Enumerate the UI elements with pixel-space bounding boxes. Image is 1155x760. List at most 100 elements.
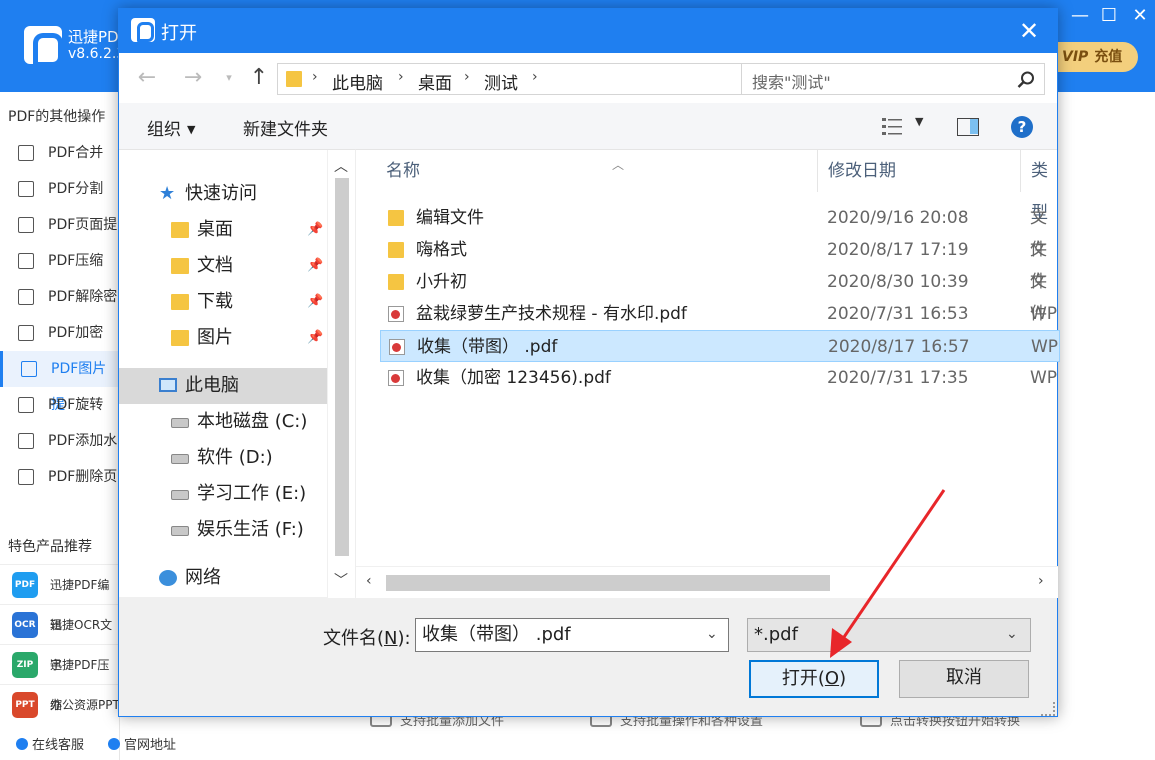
cancel-button[interactable]: 取消: [899, 660, 1029, 698]
details-view-icon[interactable]: [881, 117, 903, 137]
view-options-caret-icon[interactable]: ▼: [915, 115, 923, 128]
pdf-file-icon: [388, 370, 404, 386]
online-support-link[interactable]: 在线客服: [16, 734, 84, 753]
breadcrumb-chevron-icon[interactable]: ›: [532, 69, 538, 85]
sidebar-item-compress[interactable]: PDF压缩: [0, 243, 120, 279]
sidebar-item-split[interactable]: PDF分割: [0, 171, 120, 207]
pin-icon[interactable]: 📌: [307, 284, 323, 320]
nav-desktop[interactable]: 桌面 📌: [119, 212, 327, 248]
file-date: 2020/7/31 17:35: [827, 368, 969, 388]
breadcrumb-chevron-icon[interactable]: ›: [398, 69, 404, 85]
nav-downloads[interactable]: 下载 📌: [119, 284, 327, 320]
scroll-up-icon[interactable]: ︿: [334, 156, 348, 176]
sidebar-item-label: PDF页面提: [48, 217, 118, 233]
chevron-down-icon: ⌄: [1006, 626, 1018, 642]
filetype-select[interactable]: *.pdf ⌄: [747, 618, 1031, 652]
file-row-folder-haigeshi[interactable]: 嗨格式 2020/8/17 17:19 文件: [380, 234, 1060, 292]
navigation-pane: ★ 快速访问 桌面 📌 文档 📌 下载 📌 图片 📌 此电脑 本地磁盘 (C:) 软件 (…: [119, 149, 355, 598]
breadcrumb-chevron-icon[interactable]: ›: [312, 69, 318, 85]
column-header-type[interactable]: 类型: [1021, 150, 1061, 223]
nav-network[interactable]: 网络: [119, 560, 327, 596]
search-input[interactable]: 搜索"测试": [741, 63, 1045, 95]
minimize-icon[interactable]: —: [1068, 4, 1092, 28]
maximize-icon[interactable]: ☐: [1097, 4, 1121, 28]
nav-drive-c[interactable]: 本地磁盘 (C:): [119, 404, 327, 440]
documents-folder-icon: [171, 258, 189, 274]
filename-value: 收集（带图） .pdf: [422, 624, 571, 645]
nav-drive-f[interactable]: 娱乐生活 (F:): [119, 512, 327, 548]
vip-recharge-label: 充值: [1094, 49, 1123, 65]
computer-icon: [159, 378, 177, 392]
sidebar-item-label: PDF压缩: [48, 253, 104, 269]
file-row-pdf-watermark[interactable]: 盆栽绿萝生产技术规程 - 有水印.pdf 2020/7/31 16:53 WP: [380, 298, 1060, 330]
file-row-pdf-collect-encrypted[interactable]: 收集（加密 123456).pdf 2020/7/31 17:35 WP: [380, 362, 1060, 394]
breadcrumb-test[interactable]: 测试: [484, 69, 518, 94]
nav-label: 本地磁盘 (C:): [197, 411, 308, 432]
breadcrumb-desktop[interactable]: 桌面: [418, 69, 452, 94]
app-logo-icon: [24, 26, 63, 67]
file-row-folder-edit[interactable]: 编辑文件 2020/9/16 20:08 文件: [380, 202, 1060, 260]
pin-icon[interactable]: 📌: [307, 248, 323, 284]
nav-documents[interactable]: 文档 📌: [119, 248, 327, 284]
pdf-file-icon: [389, 339, 405, 355]
scroll-left-icon[interactable]: ‹: [366, 573, 372, 589]
file-row-folder-xiaoshengchu[interactable]: 小升初 2020/8/30 10:39 文件: [380, 266, 1060, 324]
breadcrumb-this-pc[interactable]: 此电脑: [332, 69, 383, 94]
nav-drive-d[interactable]: 软件 (D:): [119, 440, 327, 476]
open-button[interactable]: 打开(O): [749, 660, 879, 698]
file-list: 名称 ︿ 修改日期 类型 编辑文件 2020/9/16 20:08 文件 嗨格式 202…: [355, 149, 1060, 598]
file-row-pdf-collect-images[interactable]: 收集（带图） .pdf 2020/8/17 16:57 WP: [380, 330, 1060, 362]
sidebar-item-merge[interactable]: PDF合并: [0, 135, 120, 171]
sidebar-item-rotate[interactable]: PDF旋转: [0, 387, 120, 423]
dialog-titlebar[interactable]: 打开 ✕: [119, 9, 1057, 53]
sidebar-item-label: PDF添加水: [48, 433, 118, 449]
scroll-right-icon[interactable]: ›: [1038, 573, 1044, 589]
product-pdf-editor[interactable]: PDF 迅捷PDF编辑: [0, 564, 120, 632]
pin-icon[interactable]: 📌: [307, 320, 323, 356]
back-arrow-icon[interactable]: ←: [135, 65, 159, 91]
scrollbar-thumb[interactable]: [335, 178, 349, 556]
dialog-close-icon[interactable]: ✕: [1014, 17, 1044, 45]
filename-input[interactable]: 收集（带图） .pdf ⌄: [415, 618, 729, 652]
dialog-toolbar: 组织 ▼ 新建文件夹 ▼ ?: [119, 103, 1057, 149]
product-pdf-compress[interactable]: ZIP 迅捷PDF压缩: [0, 644, 120, 712]
product-ppt[interactable]: PPT 办公资源PPT: [0, 684, 120, 724]
forward-arrow-icon[interactable]: →: [181, 65, 205, 91]
breadcrumb-chevron-icon[interactable]: ›: [464, 69, 470, 85]
organize-menu-button[interactable]: 组织 ▼: [147, 115, 195, 140]
chevron-down-icon[interactable]: ⌄: [706, 622, 718, 646]
nav-quick-access[interactable]: ★ 快速访问: [119, 176, 327, 212]
open-label: 打开(: [781, 668, 825, 689]
sidebar-item-delete-page[interactable]: PDF删除页: [0, 459, 120, 495]
sidebar-item-unlock[interactable]: PDF解除密: [0, 279, 120, 315]
file-list-horizontal-scrollbar[interactable]: ‹ ›: [356, 566, 1058, 598]
sidebar-item-image-extract[interactable]: PDF图片提: [0, 351, 120, 413]
nav-this-pc[interactable]: 此电脑: [119, 368, 327, 404]
pin-icon[interactable]: 📌: [307, 212, 323, 248]
file-date: 2020/8/17 17:19: [827, 240, 969, 260]
ocr-icon: OCR: [12, 612, 38, 638]
resize-grip-icon[interactable]: [1041, 702, 1055, 716]
close-icon[interactable]: ✕: [1128, 4, 1152, 28]
scrollbar-thumb[interactable]: [386, 575, 830, 591]
product-ocr[interactable]: OCR 迅捷OCR文字: [0, 604, 120, 672]
nav-label: 快速访问: [185, 183, 257, 204]
nav-vertical-scrollbar[interactable]: ︿ ﹀: [327, 150, 355, 598]
preview-pane-icon[interactable]: [957, 118, 979, 136]
column-header-date[interactable]: 修改日期: [818, 150, 1021, 192]
column-header-name[interactable]: 名称 ︿: [376, 150, 818, 192]
sidebar-item-page-extract[interactable]: PDF页面提: [0, 207, 120, 243]
recent-locations-chevron-icon[interactable]: ▾: [217, 65, 241, 91]
nav-drive-e[interactable]: 学习工作 (E:): [119, 476, 327, 512]
website-link[interactable]: 官网地址: [108, 734, 176, 753]
sidebar-item-watermark[interactable]: PDF添加水: [0, 423, 120, 459]
filename-label-text: 文件名(: [323, 628, 385, 649]
filename-accesskey: N: [384, 628, 398, 649]
help-icon[interactable]: ?: [1011, 116, 1033, 138]
scroll-down-icon[interactable]: ﹀: [334, 570, 348, 590]
nav-pictures[interactable]: 图片 📌: [119, 320, 327, 356]
sidebar-item-encrypt[interactable]: PDF加密: [0, 315, 120, 351]
folder-icon: [388, 242, 404, 258]
up-arrow-icon[interactable]: ↑: [247, 65, 271, 91]
new-folder-button[interactable]: 新建文件夹: [243, 115, 328, 140]
